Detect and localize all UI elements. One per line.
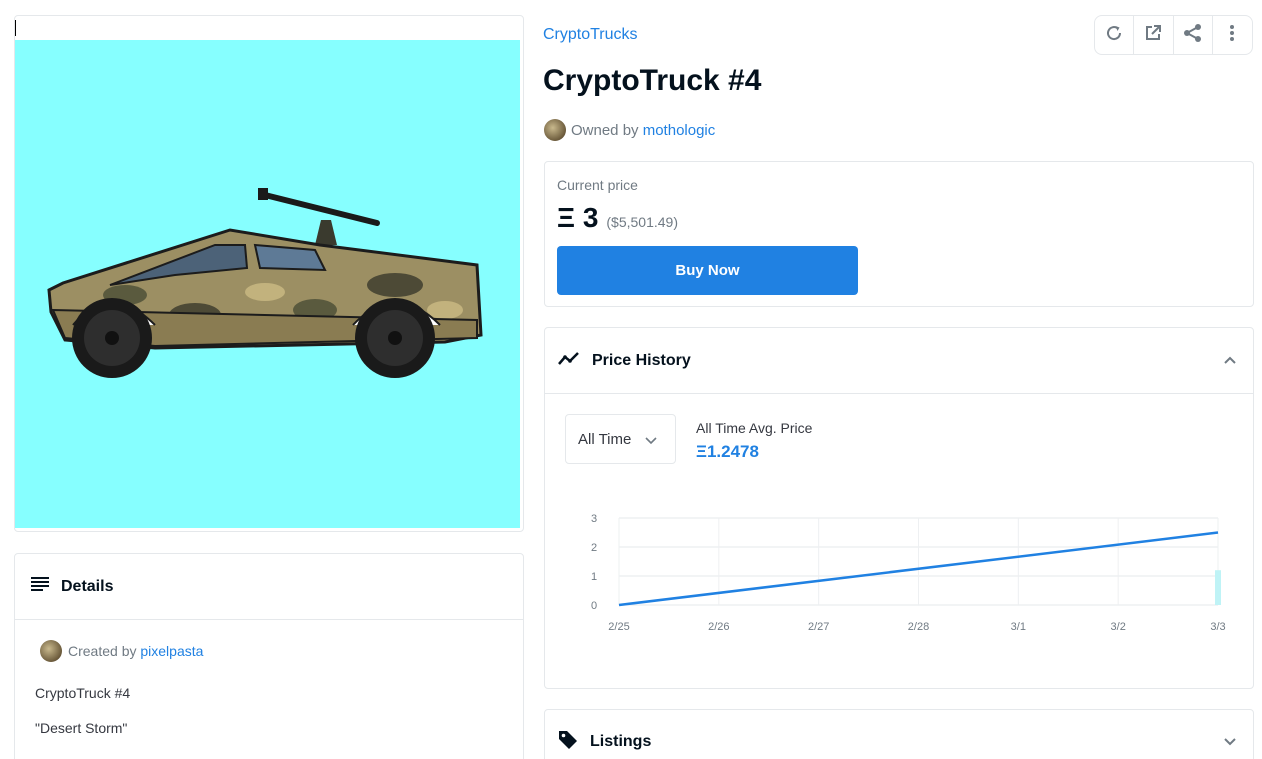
price-panel: Current price Ξ 3 ($5,501.49) Buy Now	[544, 161, 1254, 307]
price-history-panel: Price History All Time All Time Avg. Pri…	[544, 327, 1254, 689]
buy-now-button[interactable]: Buy Now	[557, 246, 858, 295]
description-line-2: "Desert Storm"	[35, 720, 128, 736]
trending-icon	[558, 351, 580, 370]
refresh-button[interactable]	[1095, 16, 1135, 54]
details-icon	[31, 577, 49, 596]
x-tick-label: 3/2	[1111, 621, 1126, 633]
y-tick-label: 0	[591, 600, 597, 612]
owned-by-label: Owned by	[571, 121, 639, 139]
time-range-select[interactable]: All Time	[565, 414, 676, 464]
eth-icon: Ξ	[557, 202, 576, 233]
asset-toolbar	[1094, 15, 1253, 55]
share-icon	[1183, 23, 1203, 48]
x-tick-label: 3/1	[1011, 621, 1026, 633]
price-history-title: Price History	[592, 351, 691, 369]
share-button[interactable]	[1174, 16, 1213, 54]
details-panel: Details Created by pixelpasta CryptoTruc…	[14, 553, 524, 759]
price-row: Ξ 3 ($5,501.49)	[557, 202, 678, 234]
tag-icon	[558, 730, 578, 755]
x-tick-label: 2/26	[708, 621, 729, 633]
listings-panel: Listings	[544, 709, 1254, 759]
chevron-up-icon[interactable]	[1223, 352, 1237, 370]
created-by-label: Created by	[68, 643, 137, 659]
creator-link[interactable]: pixelpasta	[140, 643, 203, 659]
chevron-down-icon[interactable]	[1223, 734, 1237, 752]
price-history-header[interactable]: Price History	[545, 328, 1253, 394]
details-title: Details	[61, 577, 114, 595]
description-line-1: CryptoTruck #4	[35, 685, 131, 701]
price-eth: Ξ 3	[557, 202, 598, 234]
price-value: 3	[582, 202, 599, 233]
listings-header[interactable]: Listings	[545, 710, 1253, 759]
volume-bar	[1215, 570, 1221, 605]
current-price-label: Current price	[557, 177, 638, 193]
open-external-button[interactable]	[1134, 16, 1174, 54]
text-cursor	[15, 20, 16, 36]
asset-title: CryptoTruck #4	[543, 64, 762, 97]
more-icon	[1230, 24, 1235, 46]
avg-price-value: Ξ1.2478	[696, 442, 759, 461]
collection-link[interactable]: CryptoTrucks	[543, 26, 638, 44]
x-tick-label: 3/3	[1210, 621, 1225, 633]
created-by-row: Created by pixelpasta	[40, 640, 203, 662]
x-tick-label: 2/27	[808, 621, 829, 633]
asset-image-card	[14, 15, 524, 532]
details-header[interactable]: Details	[15, 554, 523, 620]
x-tick-label: 2/28	[908, 621, 929, 633]
truck-illustration	[47, 188, 483, 378]
listings-title: Listings	[590, 733, 652, 750]
owner-avatar[interactable]	[544, 119, 566, 141]
asset-image[interactable]	[15, 40, 520, 528]
price-usd: ($5,501.49)	[606, 214, 678, 230]
price-history-chart[interactable]: 0 1 2 3 2/25 2/26 2/27 2/28 3/1 3/2 3/3	[545, 498, 1253, 648]
y-tick-label: 2	[591, 542, 597, 554]
refresh-icon	[1105, 24, 1123, 47]
chevron-down-icon	[645, 432, 657, 449]
more-options-button[interactable]	[1213, 16, 1252, 54]
owner-row: Owned by mothologic	[544, 119, 715, 141]
y-tick-label: 3	[591, 513, 597, 525]
avg-price-label: All Time Avg. Price	[696, 420, 813, 436]
owner-link[interactable]: mothologic	[643, 122, 716, 139]
external-link-icon	[1144, 24, 1162, 47]
time-range-value: All Time	[578, 430, 632, 448]
y-tick-label: 1	[591, 571, 597, 583]
creator-avatar[interactable]	[40, 640, 62, 662]
x-tick-label: 2/25	[608, 621, 629, 633]
